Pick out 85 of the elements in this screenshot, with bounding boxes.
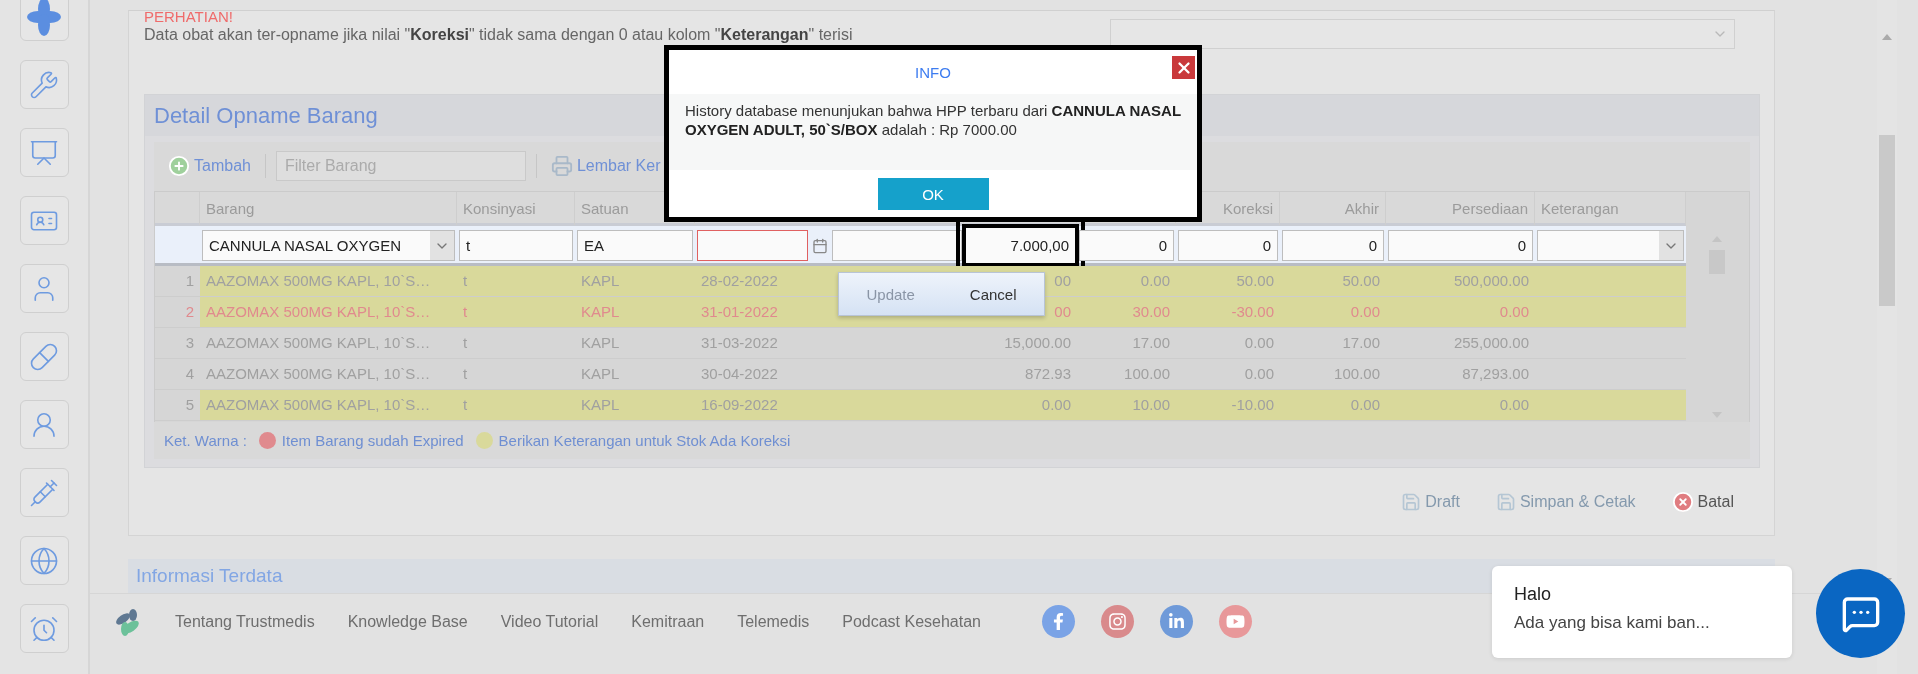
table-cell: -10.00 — [1176, 390, 1280, 420]
plus-icon — [168, 155, 190, 177]
table-cell: 0.00 — [1280, 390, 1386, 420]
input-field[interactable]: 0 — [1388, 230, 1533, 261]
legend-label: Berikan Keterangan untuk Stok Ada Koreksi — [498, 432, 791, 449]
printer-icon — [550, 155, 573, 177]
input-field[interactable]: t — [459, 230, 573, 261]
table-cell: KAPL — [575, 390, 695, 420]
input-field[interactable] — [832, 230, 962, 261]
legend-title: Ket. Warna : — [164, 432, 247, 449]
save-icon — [1495, 491, 1516, 512]
table-cell: KAPL — [575, 297, 695, 327]
column-header: Persediaan — [1386, 192, 1535, 225]
input-field[interactable]: EA — [577, 230, 693, 261]
sidebar-button[interactable] — [19, 468, 69, 517]
footer-link[interactable]: Video Tutorial — [500, 612, 599, 631]
sidebar-button[interactable] — [19, 196, 69, 245]
table-cell: 30.00 — [1077, 297, 1176, 327]
table-cell: AAZOMAX 500MG KAPL, 10`S… — [200, 297, 457, 327]
table-cell: 0.00 — [1386, 297, 1535, 327]
worksheet-button[interactable]: Lembar Ker — [546, 155, 665, 177]
column-header: Barang — [200, 192, 457, 225]
close-button[interactable] — [1172, 56, 1195, 79]
globe-icon — [29, 545, 59, 576]
input-field[interactable]: 0 — [1178, 230, 1278, 261]
dialog-title: INFO — [915, 63, 951, 81]
table-cell: 0.00 — [1386, 390, 1535, 420]
sidebar-button[interactable] — [19, 0, 69, 41]
sidebar-button[interactable] — [19, 264, 69, 313]
cancel-icon — [1671, 490, 1694, 513]
table-cell: 31-01-2022 — [695, 297, 830, 327]
table-cell: 0.00 — [964, 390, 1077, 420]
column-header: Akhir — [1280, 192, 1386, 225]
footer-link[interactable]: Telemedis — [737, 612, 810, 631]
input-field[interactable]: 0 — [1282, 230, 1384, 261]
date-field[interactable] — [697, 230, 808, 261]
footer-link[interactable]: Tentang Trustmedis — [175, 612, 315, 631]
legend-label: Item Barang sudah Expired — [281, 432, 464, 449]
warning-text: Data obat akan ter-opname jika nilai "Koreksi" tidak sama dengan 0 atau kolom "Keterangan" terisi — [144, 25, 853, 45]
youtube-icon[interactable] — [1219, 605, 1252, 638]
table-cell: 28-02-2022 — [695, 266, 830, 296]
sidebar-button[interactable] — [19, 332, 69, 381]
footer-link[interactable]: Knowledge Base — [347, 612, 468, 631]
dialog-message: History database menunjukan bahwa HPP terbaru dari CANNULA NASAL OXYGEN ADULT, 50`S/BOX adalah : Rp 7000.00 — [669, 94, 1197, 170]
table-cell: AAZOMAX 500MG KAPL, 10`S… — [200, 390, 457, 420]
wrench-icon — [29, 69, 59, 100]
cross-logo-icon — [24, 0, 64, 37]
sidebar-button[interactable] — [19, 128, 69, 177]
save-icon — [1401, 491, 1422, 512]
table-cell: 0.00 — [1077, 266, 1176, 296]
table-cell: AAZOMAX 500MG KAPL, 10`S… — [200, 266, 457, 296]
input-field[interactable]: 0 — [1079, 230, 1174, 261]
item-combo-field[interactable]: CANNULA NASAL OXYGEN — [202, 230, 455, 261]
select-field[interactable] — [1110, 19, 1735, 49]
syringe-icon — [29, 477, 59, 508]
instagram-icon[interactable] — [1101, 605, 1134, 638]
column-header: Konsinyasi — [457, 192, 575, 225]
action-button[interactable]: Batal — [1671, 490, 1734, 513]
footer-link[interactable]: Podcast Kesehatan — [842, 612, 981, 631]
sidebar-button[interactable] — [19, 400, 69, 449]
note-combo-field[interactable] — [1537, 230, 1684, 261]
column-header: Keterangan — [1535, 192, 1686, 225]
warning-title: PERHATIAN! — [144, 9, 234, 25]
table-cell: t — [457, 297, 575, 327]
facebook-icon[interactable] — [1042, 605, 1075, 638]
table-cell: 50.00 — [1176, 266, 1280, 296]
table-cell: t — [457, 266, 575, 296]
calendar-icon[interactable] — [812, 237, 828, 254]
table-cell: 500,000.00 — [1386, 266, 1535, 296]
pill-icon — [29, 341, 59, 372]
table-cell: 0.00 — [1280, 297, 1386, 327]
sidebar-button[interactable] — [19, 536, 69, 585]
linkedin-icon[interactable] — [1160, 605, 1193, 638]
table-cell: 50.00 — [1280, 266, 1386, 296]
table-cell: 10.00 — [1077, 390, 1176, 420]
chat-message: Ada yang bisa kami ban... — [1514, 613, 1711, 633]
sidebar-button[interactable] — [19, 604, 69, 653]
table-cell: -30.00 — [1176, 297, 1280, 327]
footer-link[interactable]: Kemitraan — [631, 612, 705, 631]
ok-button[interactable]: OK — [877, 178, 989, 210]
table-cell: t — [457, 390, 575, 420]
table-cell: KAPL — [575, 266, 695, 296]
sidebar-button[interactable] — [19, 60, 69, 109]
add-button[interactable]: Tambah — [164, 155, 255, 177]
table-cell: 16-09-2022 — [695, 390, 830, 420]
